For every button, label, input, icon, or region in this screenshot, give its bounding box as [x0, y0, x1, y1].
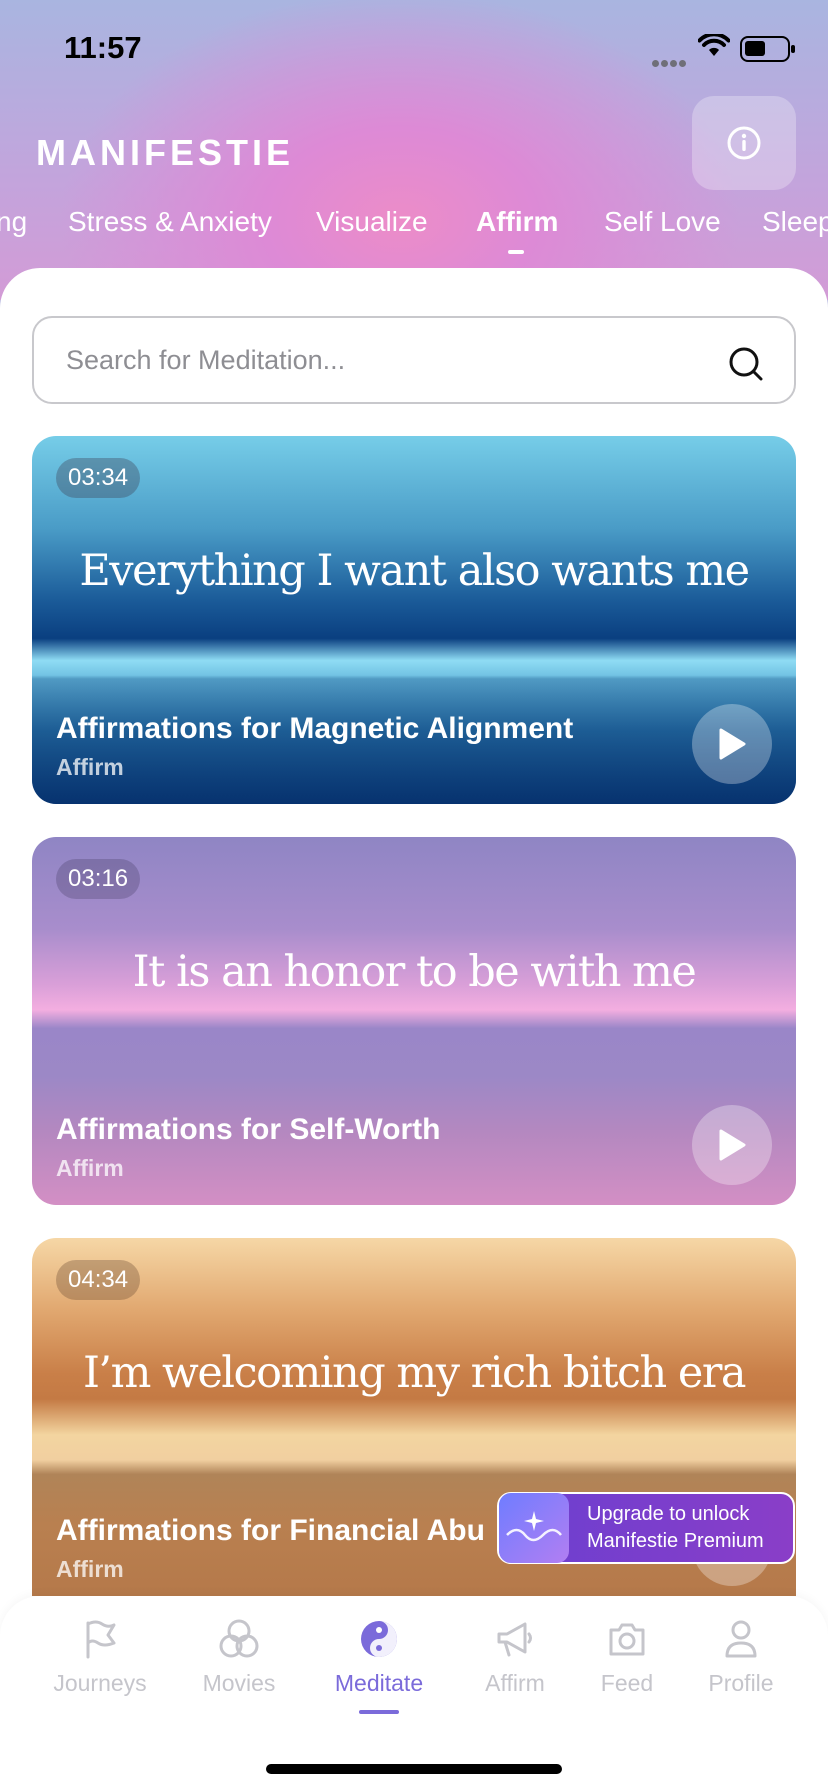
megaphone-icon	[497, 1622, 532, 1657]
search-bar[interactable]	[32, 316, 796, 404]
category-tab-sleep[interactable]: Sleep	[762, 206, 828, 238]
play-button[interactable]	[692, 704, 772, 784]
upgrade-line-1: Upgrade to unlock	[587, 1503, 750, 1525]
card-category: Affirm	[56, 754, 124, 780]
status-bar: 11:57	[0, 0, 828, 100]
play-button[interactable]	[692, 1105, 772, 1185]
sparkle-wave-icon	[499, 1493, 569, 1563]
category-tab-partial[interactable]: ng	[0, 206, 27, 238]
duration-badge: 03:34	[56, 458, 141, 498]
circles-icon	[219, 1619, 259, 1658]
info-button[interactable]	[692, 96, 796, 190]
home-indicator[interactable]	[266, 1764, 562, 1774]
status-time: 11:57	[64, 30, 142, 65]
tab-label: Journeys	[53, 1670, 147, 1696]
info-icon	[727, 126, 761, 160]
meditation-card[interactable]: 03:16 It is an honor to be with me Affir…	[32, 837, 796, 1205]
duration-badge: 03:16	[56, 859, 141, 899]
category-tabs: ng Stress & Anxiety Visualize Affirm Sel…	[0, 206, 828, 256]
card-category: Affirm	[56, 1556, 124, 1582]
tab-label: Meditate	[334, 1670, 424, 1696]
card-quote: Everything I want also wants me	[79, 546, 750, 596]
tab-label: Profile	[708, 1670, 774, 1696]
flag-icon	[86, 1620, 116, 1659]
card-quote: I’m welcoming my rich bitch era	[82, 1348, 747, 1398]
tab-profile[interactable]: Profile	[671, 1614, 811, 1697]
camera-icon	[609, 1623, 645, 1656]
card-title: Affirmations for Magnetic Alignment	[56, 712, 574, 745]
card-background	[32, 436, 796, 804]
card-category: Affirm	[56, 1155, 124, 1181]
wifi-icon	[698, 34, 730, 56]
upgrade-line-2: Manifestie Premium	[587, 1530, 764, 1552]
card-title: Affirmations for Self-Worth	[56, 1113, 441, 1146]
upgrade-text: Upgrade to unlock Manifestie Premium	[587, 1501, 764, 1555]
tab-journeys[interactable]: Journeys	[30, 1614, 170, 1697]
card-quote: It is an honor to be with me	[132, 947, 697, 997]
person-icon	[725, 1620, 757, 1658]
card-background	[32, 837, 796, 1205]
category-tab-self-love[interactable]: Self Love	[604, 206, 721, 238]
bottom-tab-bar: Journeys Movies Meditate Affirm Feed Pro…	[0, 1596, 828, 1792]
search-icon[interactable]	[728, 346, 764, 382]
app-logo: MANIFESTIE	[36, 132, 295, 173]
card-title: Affirmations for Financial Abu	[56, 1514, 485, 1547]
cellular-signal-icon	[652, 54, 688, 72]
tab-meditate[interactable]: Meditate	[309, 1614, 449, 1714]
duration-badge: 04:34	[56, 1260, 141, 1300]
play-icon	[719, 728, 746, 760]
category-tab-visualize[interactable]: Visualize	[316, 206, 428, 238]
category-tab-affirm[interactable]: Affirm	[476, 206, 558, 254]
tab-label: Movies	[202, 1670, 276, 1696]
search-input[interactable]	[66, 338, 706, 382]
yin-yang-icon	[361, 1621, 397, 1657]
tab-movies[interactable]: Movies	[169, 1614, 309, 1697]
category-tab-stress-anxiety[interactable]: Stress & Anxiety	[68, 206, 272, 238]
play-icon	[719, 1129, 746, 1161]
battery-icon	[740, 36, 795, 62]
meditation-card[interactable]: 03:34 Everything I want also wants me Af…	[32, 436, 796, 804]
upgrade-premium-banner[interactable]: Upgrade to unlock Manifestie Premium	[497, 1492, 795, 1564]
